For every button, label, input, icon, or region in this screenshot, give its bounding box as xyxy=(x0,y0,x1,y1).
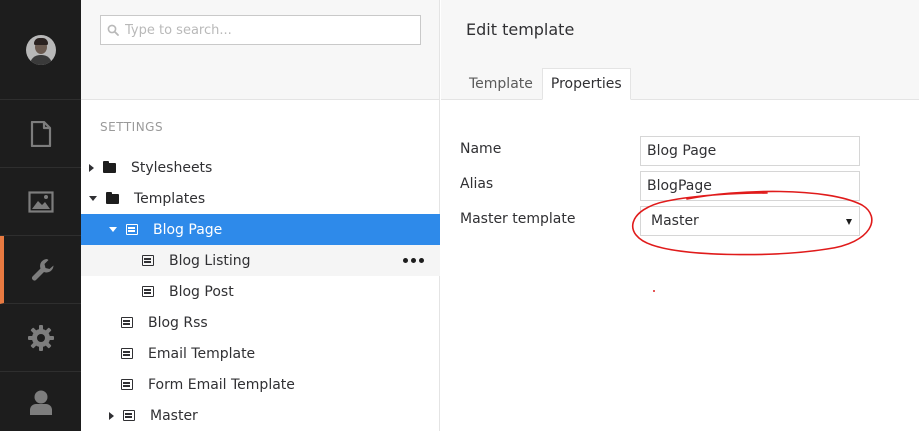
user-avatar-slot[interactable] xyxy=(0,0,81,100)
wrench-icon xyxy=(31,258,53,280)
document-icon xyxy=(30,120,51,147)
editor-tabs: Template Properties xyxy=(460,68,631,100)
tree-item-label: Blog Listing xyxy=(169,252,251,269)
search-icon xyxy=(107,24,119,36)
expand-caret-icon[interactable] xyxy=(109,411,114,420)
template-icon xyxy=(126,224,138,235)
tree-item-templates[interactable]: Templates xyxy=(81,183,440,214)
edit-template-panel: Edit template Template Properties Name A… xyxy=(441,0,919,431)
avatar[interactable] xyxy=(25,34,56,65)
section-members[interactable] xyxy=(0,372,81,431)
tree-section-title: SETTINGS xyxy=(100,120,164,134)
tree-item-form-email-template[interactable]: Form Email Template xyxy=(81,369,440,400)
user-icon xyxy=(29,390,52,415)
tab-properties[interactable]: Properties xyxy=(541,68,631,100)
tree-item-label: Master xyxy=(150,407,198,424)
tab-template[interactable]: Template xyxy=(460,68,542,100)
tree-item-label: Blog Post xyxy=(169,283,234,300)
tree-item-blog-post[interactable]: Blog Post xyxy=(81,276,440,307)
editor-header: Edit template Template Properties xyxy=(441,0,919,100)
name-field[interactable] xyxy=(640,136,860,166)
tree-item-blog-listing[interactable]: Blog Listing xyxy=(81,245,440,276)
section-settings[interactable] xyxy=(0,236,81,304)
section-media[interactable] xyxy=(0,168,81,236)
tree-item-label: Blog Page xyxy=(153,221,223,238)
gear-icon xyxy=(27,324,54,351)
template-icon xyxy=(142,286,154,297)
tree-header xyxy=(81,0,439,100)
section-developer[interactable] xyxy=(0,304,81,372)
settings-tree-panel: SETTINGS Stylesheets Templates Blog Page… xyxy=(81,0,440,431)
template-icon xyxy=(123,410,135,421)
section-content[interactable] xyxy=(0,100,81,168)
collapse-caret-icon[interactable] xyxy=(109,227,117,232)
image-icon xyxy=(27,190,54,213)
template-icon xyxy=(121,317,133,328)
tree-item-label: Stylesheets xyxy=(131,159,213,176)
tree-item-label: Templates xyxy=(134,190,206,207)
expand-caret-icon[interactable] xyxy=(89,163,94,172)
tree-item-blog-rss[interactable]: Blog Rss xyxy=(81,307,440,338)
collapse-caret-icon[interactable] xyxy=(89,196,97,201)
tree-item-stylesheets[interactable]: Stylesheets xyxy=(81,152,440,183)
template-icon xyxy=(121,348,133,359)
tree-item-master[interactable]: Master xyxy=(81,400,440,431)
folder-icon xyxy=(103,160,116,173)
main-sections-rail xyxy=(0,0,81,431)
more-options-icon[interactable] xyxy=(403,258,424,263)
red-circle-annotation xyxy=(632,190,873,256)
template-icon xyxy=(142,255,154,266)
tree-item-label: Form Email Template xyxy=(148,376,295,393)
name-label: Name xyxy=(460,141,502,157)
search-input[interactable] xyxy=(125,22,405,38)
tree-item-label: Blog Rss xyxy=(148,314,208,331)
tree-item-label: Email Template xyxy=(148,345,256,362)
template-icon xyxy=(121,379,133,390)
search-box[interactable] xyxy=(100,15,421,45)
alias-label: Alias xyxy=(460,176,494,192)
folder-icon xyxy=(106,191,119,204)
tree-item-email-template[interactable]: Email Template xyxy=(81,338,440,369)
page-title: Edit template xyxy=(466,20,575,39)
red-mark xyxy=(653,290,655,292)
master-template-label: Master template xyxy=(460,211,576,227)
tree-item-blog-page[interactable]: Blog Page xyxy=(81,214,440,245)
